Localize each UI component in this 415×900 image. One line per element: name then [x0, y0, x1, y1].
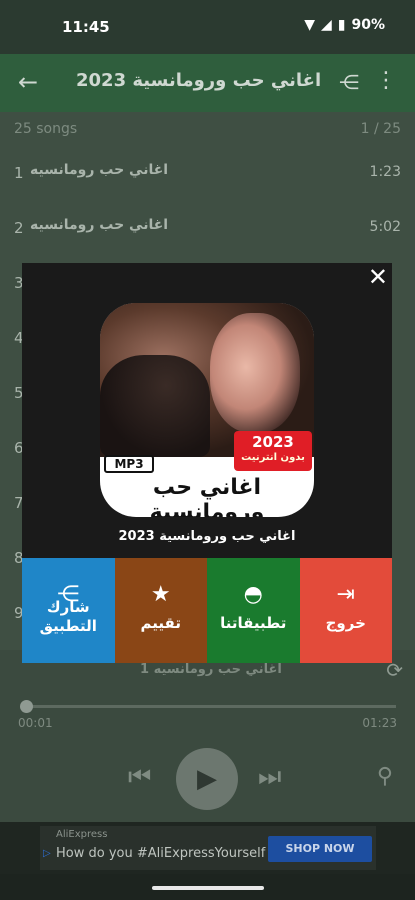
song-name: اغاني حب رومانسيه: [30, 162, 169, 178]
status-icons: ▼ ◢ ▮ 90%: [304, 17, 385, 33]
rate-button[interactable]: ★ تقييم: [114, 558, 207, 663]
exit-icon: ⇥: [336, 582, 355, 607]
badge-offline: بدون انترنيت: [241, 452, 305, 463]
badge-year: 2023: [252, 433, 294, 451]
list-item[interactable]: 2 اغاني حب رومانسيه 5:02: [0, 201, 415, 256]
share-app-button[interactable]: ⋲ شارك التطبيق: [22, 558, 115, 663]
cover-hair: [100, 355, 210, 457]
gesture-nav-bar: [0, 874, 415, 900]
play-icon: ▶: [197, 764, 217, 794]
ad-cta-button[interactable]: SHOP NOW: [268, 836, 372, 862]
page-title: اغاني حب ورومانسية 2023: [76, 70, 322, 91]
close-icon[interactable]: ✕: [368, 263, 388, 291]
battery-icon: ▮: [337, 17, 346, 33]
share-app-label: شارك التطبيق: [39, 598, 97, 635]
song-duration: 1:23: [369, 164, 401, 180]
progress-track[interactable]: [26, 705, 396, 708]
song-count: 25 songs: [14, 121, 78, 137]
ad-box[interactable]: ▷ AliExpress How do you #AliExpressYours…: [40, 826, 376, 870]
android-icon: ◓: [243, 582, 263, 607]
ad-banner[interactable]: ▷ AliExpress How do you #AliExpressYours…: [0, 822, 415, 874]
exit-dialog: ✕ 2023 بدون انترنيت MP3 اغاني حب ورومانس…: [22, 263, 392, 663]
skip-next-icon[interactable]: ⏭: [258, 762, 288, 792]
song-number: 1: [14, 164, 24, 182]
song-duration: 5:02: [369, 219, 401, 235]
play-button[interactable]: ▶: [176, 748, 238, 810]
app-bar: ← اغاني حب ورومانسية 2023 ⋲ ⋮: [0, 54, 415, 112]
dialog-app-title: اغاني حب ورومانسية 2023: [118, 529, 296, 544]
speed-icon[interactable]: ⚲: [377, 764, 393, 789]
exit-button[interactable]: ⇥ خروج: [299, 558, 392, 663]
share-icon[interactable]: ⋲: [339, 70, 359, 94]
screen: 11:45 ▼ ◢ ▮ 90% ← اغاني حب ورومانسية 202…: [0, 0, 415, 900]
status-bar: 11:45 ▼ ◢ ▮ 90%: [0, 0, 415, 54]
status-time: 11:45: [62, 18, 110, 36]
list-header: 25 songs 1 / 25: [0, 112, 415, 146]
song-name: اغاني حب رومانسيه: [30, 217, 169, 233]
page-indicator: 1 / 25: [360, 121, 401, 137]
ad-choices-icon[interactable]: ▷: [43, 848, 51, 859]
home-indicator[interactable]: [152, 886, 264, 890]
album-cover: 2023 بدون انترنيت MP3 اغاني حب ورومانسية: [100, 303, 314, 517]
progress-thumb[interactable]: [20, 700, 33, 713]
dialog-actions: ⋲ شارك التطبيق ★ تقييم ◓ تطبيقاتنا ⇥ خرو…: [22, 558, 392, 663]
cover-face: [210, 313, 300, 433]
ad-brand: AliExpress: [56, 829, 108, 840]
our-apps-label: تطبيقاتنا: [220, 614, 287, 632]
list-item[interactable]: 1 اغاني حب رومانسيه 1:23: [0, 146, 415, 201]
battery-level: 90%: [351, 17, 385, 33]
current-time: 00:01: [18, 716, 53, 730]
exit-label: خروج: [325, 614, 366, 632]
signal-icon: ◢: [320, 17, 332, 33]
our-apps-button[interactable]: ◓ تطبيقاتنا: [207, 558, 300, 663]
now-playing-title: اغاني حب رومانسيه 1: [140, 662, 282, 677]
ad-text: How do you #AliExpressYourself: [56, 846, 266, 861]
song-number: 2: [14, 219, 24, 237]
wifi-icon: ▼: [304, 17, 315, 33]
star-icon: ★: [150, 582, 171, 607]
skip-previous-icon[interactable]: ⏮: [128, 762, 158, 792]
rate-label: تقييم: [140, 614, 181, 632]
player-panel: اغاني حب رومانسيه 1 ⟳ 00:01 01:23 ⏮ ▶ ⏭ …: [0, 650, 415, 822]
more-vert-icon[interactable]: ⋮: [375, 68, 397, 93]
year-badge: 2023 بدون انترنيت: [234, 431, 312, 471]
cover-title: اغاني حب ورومانسية: [149, 475, 265, 517]
arrow-back-icon[interactable]: ←: [18, 68, 38, 96]
mp3-label: MP3: [104, 455, 154, 473]
total-time: 01:23: [362, 716, 397, 730]
